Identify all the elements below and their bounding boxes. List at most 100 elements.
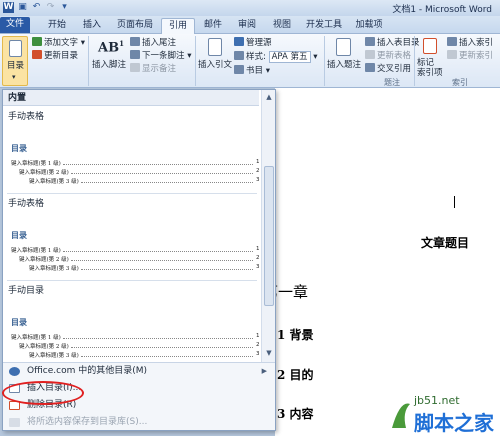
- toc-preview-heading: 目录: [11, 317, 27, 327]
- cross-reference-label: 交叉引用: [377, 64, 412, 74]
- add-text-button[interactable]: 添加文字 ▾: [32, 37, 85, 49]
- doc-title: 文章题目: [421, 236, 470, 250]
- endnote-icon: [130, 37, 140, 46]
- update-index-icon: [447, 50, 457, 59]
- update-table-icon: [365, 50, 375, 59]
- insert-footnote-button[interactable]: AB1 插入脚注: [92, 38, 128, 82]
- update-toc-icon: [32, 50, 42, 59]
- toc-gallery-item[interactable]: 手动表格 目录 键入章标题(第 1 级) 1 键入章标题(第 2 级) 2 键入…: [3, 107, 260, 193]
- highlight-ellipse: [2, 381, 84, 405]
- mark-entry-button[interactable]: 标记 索引项: [417, 38, 445, 84]
- tab-references[interactable]: 引用: [161, 18, 195, 35]
- watermark-name: 脚本之家: [414, 411, 494, 435]
- word-icon: W: [3, 2, 14, 13]
- insert-citation-button[interactable]: 插入引文: [198, 38, 232, 82]
- show-notes-button[interactable]: 显示备注: [130, 63, 176, 75]
- manage-sources-label: 管理源: [246, 38, 272, 48]
- toc-page-number: 1: [256, 333, 259, 339]
- scroll-thumb[interactable]: [264, 166, 274, 306]
- toc-page-number: 3: [256, 177, 260, 183]
- customize-icon[interactable]: ▾: [59, 2, 70, 13]
- toc-button[interactable]: 目录 ▾: [2, 36, 28, 86]
- office-icon: [9, 367, 20, 376]
- style-selector[interactable]: 样式: APA 第五 ▾: [234, 51, 317, 63]
- cross-reference-icon: [365, 63, 375, 72]
- text-cursor: [454, 196, 455, 208]
- ribbon-separator: [88, 36, 89, 86]
- tab-view[interactable]: 视图: [266, 18, 298, 34]
- ribbon-tabs: 文件 开始 插入 页面布局 引用 邮件 审阅 视图 开发工具 加载项: [0, 16, 500, 35]
- insert-citation-label: 插入引文: [198, 60, 233, 70]
- office-more-toc-item[interactable]: Office.com 中的其他目录(M) ▶: [3, 363, 275, 380]
- next-footnote-button[interactable]: 下一条脚注 ▾: [130, 50, 191, 62]
- show-notes-label: 显示备注: [142, 64, 177, 74]
- toc-preview-line: 键入章标题(第 3 级): [29, 266, 79, 272]
- toc-gallery-item[interactable]: 手动表格 目录 键入章标题(第 1 级) 1 键入章标题(第 2 级) 2 键入…: [3, 194, 260, 280]
- ribbon: 目录 ▾ 添加文字 ▾ 更新目录 AB1 插入脚注 插入尾注 下一条脚注 ▾ 显…: [0, 34, 500, 88]
- quick-access-toolbar: W ▣ ↶ ↷ ▾: [3, 2, 70, 13]
- toc-dots: [71, 260, 253, 261]
- tab-review[interactable]: 审阅: [231, 18, 263, 34]
- tab-home[interactable]: 开始: [40, 18, 74, 34]
- toc-preview-heading: 目录: [11, 143, 27, 153]
- toc-dots: [63, 164, 253, 165]
- insert-endnote-label: 插入尾注: [142, 38, 177, 48]
- toc-dots: [71, 173, 253, 174]
- update-table-label: 更新表格: [377, 51, 412, 61]
- toc-item-title: 手动表格: [8, 199, 45, 209]
- doc-line-background: 1 背景: [277, 328, 314, 342]
- tab-addins[interactable]: 加载项: [350, 18, 388, 34]
- scroll-down-icon[interactable]: ▼: [264, 348, 274, 358]
- cross-reference-button[interactable]: 交叉引用: [365, 63, 411, 75]
- update-index-button[interactable]: 更新索引: [447, 50, 493, 62]
- toc-page-number: 2: [256, 342, 259, 348]
- caption-icon: [336, 38, 351, 56]
- manage-sources-button[interactable]: 管理源: [234, 37, 272, 49]
- tab-file[interactable]: 文件: [0, 17, 30, 33]
- save-selection-item[interactable]: 将所选内容保存到目录库(S)...: [3, 414, 275, 431]
- toc-page-number: 3: [256, 264, 260, 270]
- save-selection-icon: [9, 418, 20, 427]
- toc-dots: [71, 347, 253, 348]
- update-toc-button[interactable]: 更新目录: [32, 50, 78, 62]
- document-page[interactable]: 文章题目 第一章 1 背景 2 目的 3 内容: [263, 88, 500, 436]
- undo-icon[interactable]: ↶: [31, 2, 42, 13]
- toc-preview-line: 键入章标题(第 2 级): [19, 344, 69, 350]
- add-text-icon: [32, 37, 42, 46]
- toc-page-number: 2: [256, 255, 260, 261]
- toc-page-number: 2: [256, 168, 260, 174]
- toc-preview-line: 键入章标题(第 1 级): [11, 161, 61, 167]
- save-icon[interactable]: ▣: [17, 2, 28, 13]
- style-value: APA 第五: [268, 51, 311, 63]
- index-group-label: 索引: [452, 78, 468, 87]
- toc-preview-line: 键入章标题(第 3 级): [29, 353, 79, 359]
- redo-icon[interactable]: ↷: [45, 2, 56, 13]
- ribbon-separator: [324, 36, 325, 86]
- builtin-section-header: 内置: [3, 90, 259, 106]
- toc-preview-heading: 目录: [11, 230, 27, 240]
- insert-table-of-figures-button[interactable]: 插入表目录: [365, 37, 420, 49]
- gallery-scrollbar[interactable]: ▲ ▼: [261, 90, 275, 362]
- toc-preview-line: 键入章标题(第 1 级): [11, 248, 61, 254]
- toc-dots: [63, 338, 253, 339]
- insert-index-button[interactable]: 插入索引: [447, 37, 493, 49]
- next-footnote-icon: [130, 50, 140, 59]
- tab-page-layout[interactable]: 页面布局: [111, 18, 159, 34]
- tab-developer[interactable]: 开发工具: [301, 18, 347, 34]
- chevron-down-icon: ▾: [12, 73, 16, 81]
- toc-gallery-item[interactable]: 手动目录 目录 键入章标题(第 1 级) 1 键入章标题(第 2 级) 2 键入…: [3, 281, 259, 362]
- update-table-button[interactable]: 更新表格: [365, 50, 411, 62]
- insert-caption-button[interactable]: 插入题注: [327, 38, 363, 82]
- toc-preview-line: 键入章标题(第 2 级): [19, 257, 69, 263]
- style-label: 样式:: [246, 52, 266, 62]
- bibliography-button[interactable]: 书目 ▾: [234, 65, 270, 77]
- tab-insert[interactable]: 插入: [76, 18, 108, 34]
- toc-dots: [81, 356, 253, 357]
- bibliography-icon: [234, 65, 244, 74]
- footnote-icon: AB1: [98, 39, 124, 56]
- doc-line-content: 3 内容: [277, 407, 314, 421]
- toc-page-number: 1: [256, 246, 260, 252]
- scroll-up-icon[interactable]: ▲: [264, 92, 274, 102]
- tab-mailings[interactable]: 邮件: [197, 18, 229, 34]
- insert-endnote-button[interactable]: 插入尾注: [130, 37, 176, 49]
